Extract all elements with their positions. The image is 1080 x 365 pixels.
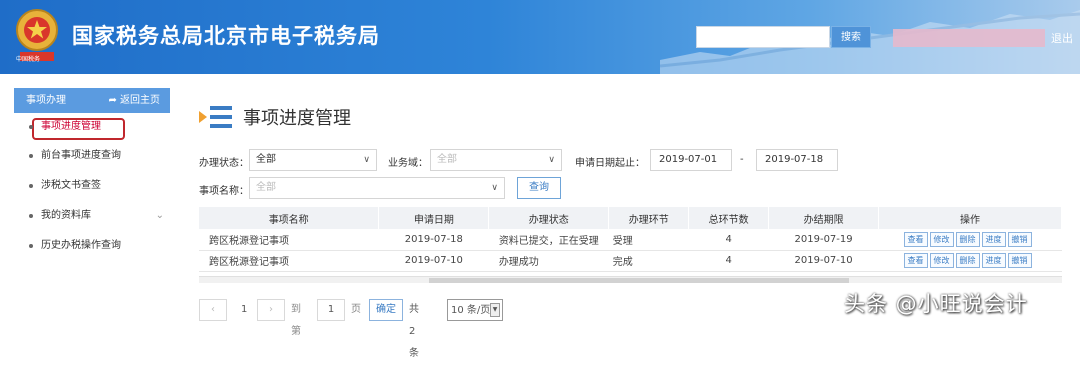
column-header: 办理状态 <box>488 207 610 229</box>
site-title: 国家税务总局北京市电子税务局 <box>72 24 380 48</box>
cell-item-name: 跨区税源登记事项 <box>199 250 379 272</box>
cell-item-name: 跨区税源登记事项 <box>199 229 379 251</box>
cell-apply-date: 2019-07-18 <box>378 229 489 251</box>
delete-button[interactable]: 删除 <box>955 231 980 247</box>
page-title: 事项进度管理 <box>243 108 351 129</box>
chevron-down-icon: ▼ <box>490 303 500 317</box>
header-banner: 中国税务 国家税务总局北京市电子税务局 搜索 退出 <box>0 0 1080 74</box>
delete-button[interactable]: 删除 <box>955 253 980 268</box>
sidebar-item-label: 事项进度管理 <box>41 121 101 132</box>
search-input[interactable] <box>696 26 830 48</box>
cell-operations: 查看 修改 删除 进度 撤销 <box>878 250 1062 272</box>
bullet-icon <box>29 125 33 129</box>
cell-status: 资料已提交，正在受理 <box>488 229 609 251</box>
bullet-icon <box>29 184 33 188</box>
chevron-down-icon: ∨ <box>491 183 498 193</box>
sidebar-item-label: 历史办税操作查询 <box>41 240 121 251</box>
column-header: 办理环节 <box>608 207 690 229</box>
date-from-input[interactable]: 2019-07-01 <box>650 149 732 171</box>
page-size-value: 10 条/页 <box>451 305 491 316</box>
chevron-down-icon: ∨ <box>363 155 370 165</box>
table-row: 跨区税源登记事项 2019-07-10 办理成功 完成 4 2019-07-10… <box>199 250 1062 272</box>
column-header: 总环节数 <box>688 207 770 229</box>
view-button[interactable]: 查看 <box>903 253 928 268</box>
bullet-icon <box>29 154 33 158</box>
list-icon <box>199 106 232 128</box>
sidebar-item-progress-management[interactable]: 事项进度管理 <box>14 113 170 141</box>
confirm-button[interactable]: 确定 <box>369 299 403 321</box>
next-page-icon[interactable]: › <box>257 299 285 321</box>
sidebar-item-tax-documents[interactable]: 涉税文书查签 <box>14 171 170 201</box>
edit-button[interactable]: 修改 <box>929 231 954 247</box>
sidebar: 事项办理 ➦ 返回主页 事项进度管理 前台事项进度查询 涉税文书查签 我的资料库… <box>14 88 170 278</box>
date-to-input[interactable]: 2019-07-18 <box>756 149 838 171</box>
watermark: 头条 @小旺说会计 <box>844 292 1028 316</box>
back-home-label: 返回主页 <box>120 95 160 106</box>
column-header: 申请日期 <box>378 207 490 229</box>
domain-select[interactable]: 全部 ∨ <box>430 149 562 171</box>
cell-total-steps: 4 <box>688 229 769 251</box>
cell-operations: 查看 修改 删除 进度 撤销 <box>878 229 1062 251</box>
column-header: 事项名称 <box>199 207 380 229</box>
logout-link[interactable]: 退出 <box>1051 30 1073 46</box>
status-select[interactable]: 全部 ∨ <box>249 149 377 171</box>
item-name-label: 事项名称： <box>199 186 249 197</box>
cell-deadline: 2019-07-19 <box>768 229 879 251</box>
goto-label: 到第 <box>291 304 301 337</box>
progress-button[interactable]: 进度 <box>981 253 1006 268</box>
sidebar-item-my-library[interactable]: 我的资料库 ⌄ <box>14 201 170 231</box>
status-label: 办理状态： <box>199 158 249 169</box>
progress-table: 事项名称 申请日期 办理状态 办理环节 总环节数 办结期限 操作 跨区税源登记事… <box>199 207 1062 272</box>
chevron-down-icon[interactable]: ⌄ <box>156 201 164 231</box>
goto-page-input[interactable]: 1 <box>317 299 345 321</box>
sidebar-item-history-query[interactable]: 历史办税操作查询 <box>14 231 170 261</box>
sidebar-header-label: 事项办理 <box>26 95 66 106</box>
scrollbar-thumb[interactable] <box>429 278 849 283</box>
progress-button[interactable]: 进度 <box>981 231 1006 247</box>
sidebar-item-label: 前台事项进度查询 <box>41 150 121 161</box>
horizontal-scrollbar[interactable] <box>199 276 1062 283</box>
table-row: 跨区税源登记事项 2019-07-18 资料已提交，正在受理 受理 4 2019… <box>199 229 1062 251</box>
chevron-down-icon: ∨ <box>548 155 555 165</box>
column-header: 操作 <box>878 207 1062 229</box>
cell-total-steps: 4 <box>688 250 769 272</box>
view-button[interactable]: 查看 <box>903 231 928 247</box>
emblem-caption: 中国税务 <box>16 56 41 63</box>
cell-step: 受理 <box>608 229 689 251</box>
current-page[interactable]: 1 <box>241 299 247 321</box>
bullet-icon <box>29 244 33 248</box>
query-button[interactable]: 查询 <box>517 177 561 199</box>
cell-apply-date: 2019-07-10 <box>378 250 489 272</box>
item-name-placeholder: 全部 <box>256 182 276 193</box>
back-arrow-icon: ➦ <box>108 95 120 106</box>
back-home-link[interactable]: ➦ 返回主页 <box>108 88 160 113</box>
revoke-button[interactable]: 撤销 <box>1007 231 1032 247</box>
table-header-row: 事项名称 申请日期 办理状态 办理环节 总环节数 办结期限 操作 <box>199 207 1062 229</box>
cell-step: 完成 <box>608 250 689 272</box>
edit-button[interactable]: 修改 <box>929 253 954 268</box>
domain-label: 业务域： <box>388 158 428 169</box>
date-range-label: 申请日期起止： <box>575 158 645 169</box>
date-separator: - <box>740 154 744 165</box>
page-size-select[interactable]: 10 条/页 ▼ <box>447 299 503 321</box>
total-count: 共 2 条 <box>409 304 419 359</box>
item-name-select[interactable]: 全部 ∨ <box>249 177 505 199</box>
user-info <box>893 29 1045 47</box>
sidebar-item-label: 涉税文书查签 <box>41 180 101 191</box>
search-button[interactable]: 搜索 <box>831 26 871 48</box>
cell-deadline: 2019-07-10 <box>768 250 879 272</box>
column-header: 办结期限 <box>768 207 880 229</box>
sidebar-item-label: 我的资料库 <box>41 210 91 221</box>
domain-select-placeholder: 全部 <box>437 154 457 165</box>
bullet-icon <box>29 214 33 218</box>
sidebar-item-front-desk-query[interactable]: 前台事项进度查询 <box>14 141 170 171</box>
status-select-value: 全部 <box>256 154 276 165</box>
cell-status: 办理成功 <box>488 250 609 272</box>
revoke-button[interactable]: 撤销 <box>1007 253 1032 268</box>
sidebar-header: 事项办理 ➦ 返回主页 <box>14 88 170 113</box>
page-unit-label: 页 <box>351 304 361 315</box>
prev-page-icon[interactable]: ‹ <box>199 299 227 321</box>
